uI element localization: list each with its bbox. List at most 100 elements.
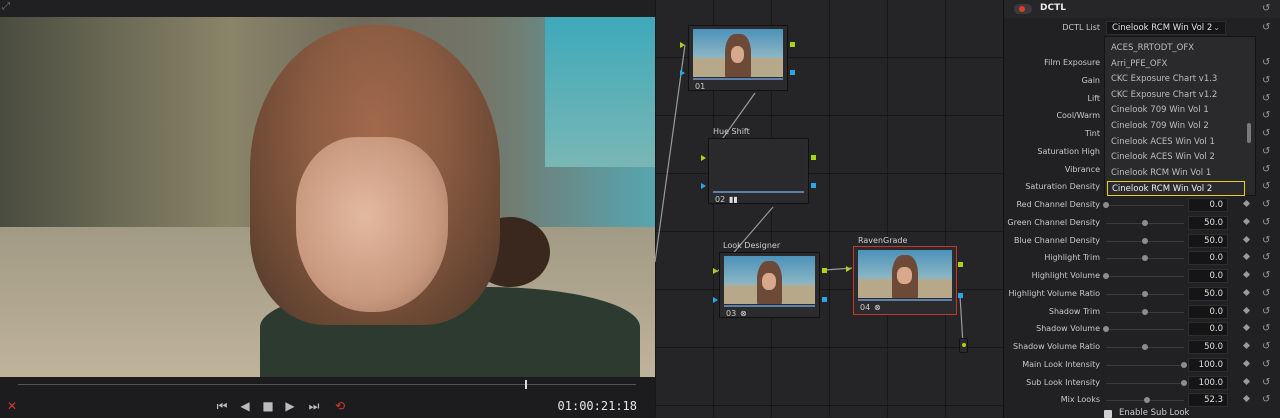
dropdown-option[interactable]: CKC Exposure Chart v1.2 (1110, 88, 1248, 103)
node-input-port[interactable] (713, 297, 718, 303)
node-input-port[interactable] (846, 266, 851, 272)
keyframe-icon[interactable] (1242, 306, 1251, 314)
slider-knob[interactable] (1142, 290, 1148, 297)
param-value-field[interactable]: 0.0 (1188, 322, 1228, 337)
slider-knob[interactable] (1103, 273, 1109, 279)
slider-knob[interactable] (1181, 379, 1187, 386)
keyframe-icon[interactable] (1242, 270, 1251, 279)
param-value-field[interactable]: 52.3 (1188, 393, 1228, 408)
output-node[interactable] (959, 338, 968, 353)
keyframe-icon[interactable] (1242, 377, 1251, 385)
node-output-port[interactable] (811, 183, 816, 188)
node-input-port[interactable] (680, 42, 685, 48)
expand-icon[interactable]: ⤢ (2, 1, 14, 13)
reset-icon[interactable]: ↺ (1262, 323, 1270, 335)
node-01[interactable]: 01 (688, 25, 788, 91)
node-output-port[interactable] (790, 70, 795, 75)
keyframe-icon[interactable] (1242, 395, 1251, 403)
mute-icon[interactable]: ✕ (4, 398, 20, 414)
param-value-field[interactable]: 50.0 (1188, 286, 1228, 301)
keyframe-icon[interactable] (1242, 288, 1251, 296)
dropdown-option[interactable]: Cinelook RCM Win Vol 2 (1107, 181, 1245, 197)
reset-icon[interactable]: ↺ (1262, 394, 1270, 406)
slider-knob[interactable] (1142, 255, 1148, 262)
dropdown-option[interactable]: Arri_PFE_OFX (1110, 57, 1248, 72)
reset-icon[interactable]: ↺ (1262, 199, 1270, 211)
param-value-field[interactable]: 0.0 (1188, 269, 1228, 283)
keyframe-icon[interactable] (1242, 235, 1251, 243)
keyframe-icon[interactable] (1242, 253, 1251, 261)
node-04[interactable]: 04 ⊗ (853, 246, 957, 315)
slider-knob[interactable] (1143, 397, 1150, 404)
keyframe-icon[interactable] (1242, 199, 1251, 208)
slider-knob[interactable] (1103, 202, 1109, 208)
slider-knob[interactable] (1103, 326, 1109, 333)
stop-icon[interactable]: ■ (261, 398, 275, 414)
param-value-field[interactable]: 0.0 (1188, 251, 1228, 266)
reset-icon[interactable]: ↺ (1262, 164, 1270, 176)
first-frame-icon[interactable]: ⏮ (213, 398, 231, 414)
reset-icon[interactable]: ↺ (1262, 377, 1270, 389)
node-input-port[interactable] (701, 155, 706, 161)
node-graph[interactable]: 01 Hue Shift 02 ▮▮ Look Designer 03 ⊗ Ra… (655, 0, 1003, 418)
slider-knob[interactable] (1181, 361, 1187, 368)
dropdown-option[interactable]: Cinelook ACES Win Vol 2 (1110, 150, 1248, 165)
dctl-list-select[interactable]: Cinelook RCM Win Vol 2 ⌄ (1106, 21, 1226, 35)
node-output-port[interactable] (822, 297, 827, 302)
param-value-field[interactable]: 50.0 (1188, 215, 1228, 230)
node-output-port[interactable] (811, 155, 816, 160)
loop-icon[interactable]: ⟲ (331, 398, 349, 414)
dctl-dropdown-menu[interactable]: ACES_RRTODT_OFX Arri_PFE_OFX CKC Exposure … (1104, 36, 1256, 197)
reset-icon[interactable]: ↺ (1262, 181, 1270, 193)
timeline-scrubber[interactable] (18, 384, 636, 385)
keyframe-icon[interactable] (1242, 217, 1251, 225)
reset-icon[interactable]: ↺ (1262, 217, 1270, 229)
param-value-field[interactable]: 0.0 (1188, 198, 1228, 212)
last-frame-icon[interactable]: ⏭ (305, 398, 323, 414)
reset-icon[interactable]: ↺ (1262, 235, 1270, 247)
param-slider[interactable] (1106, 382, 1184, 384)
node-output-port[interactable] (958, 293, 963, 298)
node-input-port[interactable] (701, 183, 706, 189)
param-slider[interactable] (1106, 329, 1184, 331)
node-input-port[interactable] (713, 268, 718, 274)
dropdown-option[interactable]: Cinelook 709 Win Vol 1 (1110, 103, 1248, 118)
param-slider[interactable] (1106, 276, 1184, 277)
dropdown-option[interactable]: ACES_RRTODT_OFX (1110, 41, 1248, 56)
enable-sub-look-checkbox[interactable] (1104, 410, 1112, 418)
reset-icon[interactable]: ↺ (1262, 57, 1270, 69)
param-value-field[interactable]: 0.0 (1188, 304, 1228, 319)
param-value-field[interactable]: 50.0 (1188, 340, 1228, 354)
node-output-port[interactable] (822, 268, 827, 273)
reset-icon[interactable]: ↺ (1262, 128, 1270, 140)
node-input-port[interactable] (680, 70, 685, 76)
reset-icon[interactable]: ↺ (1262, 146, 1270, 158)
param-value-field[interactable]: 100.0 (1188, 357, 1228, 372)
reset-icon[interactable]: ↺ (1262, 306, 1270, 318)
param-value-field[interactable]: 50.0 (1188, 233, 1228, 248)
param-value-field[interactable]: 100.0 (1188, 375, 1228, 390)
node-output-port[interactable] (958, 262, 963, 267)
power-toggle[interactable] (1014, 4, 1032, 14)
param-slider[interactable] (1106, 205, 1184, 206)
param-slider[interactable] (1106, 364, 1184, 366)
dropdown-option[interactable]: Cinelook ACES Win Vol 1 (1110, 135, 1248, 150)
node-output-port[interactable] (790, 42, 795, 47)
playhead[interactable] (524, 380, 527, 389)
keyframe-icon[interactable] (1242, 341, 1251, 350)
reset-icon[interactable]: ↺ (1262, 341, 1270, 353)
dropdown-option[interactable]: Cinelook RCM Win Vol 1 (1110, 166, 1248, 181)
reset-icon[interactable]: ↺ (1262, 359, 1270, 371)
dropdown-option[interactable]: Cinelook 709 Win Vol 2 (1110, 119, 1248, 134)
reset-icon[interactable]: ↺ (1262, 110, 1270, 122)
step-back-icon[interactable]: ◀ (238, 398, 252, 414)
slider-knob[interactable] (1142, 237, 1148, 244)
node-03[interactable]: 03 ⊗ (719, 252, 820, 318)
keyframe-icon[interactable] (1242, 324, 1251, 332)
dropdown-option[interactable]: CKC Exposure Chart v1.3 (1110, 72, 1248, 87)
play-icon[interactable]: ▶ (283, 398, 297, 414)
node-02[interactable]: 02 ▮▮ (708, 138, 809, 204)
reset-icon[interactable]: ↺ (1262, 270, 1270, 282)
reset-icon[interactable]: ↺ (1262, 22, 1270, 34)
reset-icon[interactable]: ↺ (1262, 3, 1270, 15)
